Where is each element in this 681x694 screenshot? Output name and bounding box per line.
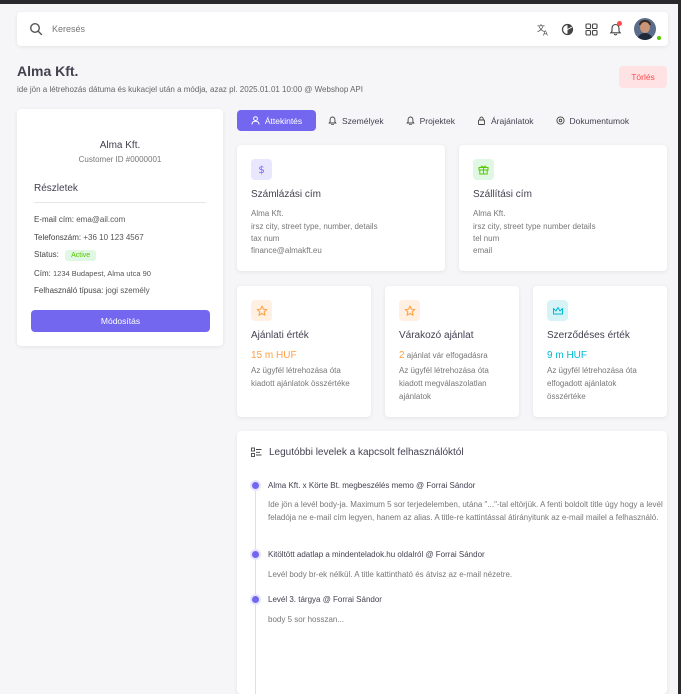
delete-button[interactable]: Törlés: [619, 66, 667, 88]
svg-text:A: A: [543, 29, 548, 36]
window-top-edge: [0, 0, 681, 4]
email-body-preview: body 5 sor hosszan...: [268, 615, 345, 624]
email-body-preview: Levél body br-ek nélkül. A title kattint…: [268, 570, 513, 579]
stat-description: Az ügyfél létrehozása óta kiadott ajánla…: [251, 366, 350, 388]
shipping-title: Szállítási cím: [473, 189, 532, 200]
star-icon: [251, 300, 272, 321]
user-icon: [251, 116, 260, 125]
email-title-link[interactable]: Levél 3. tárgya @ Forrai Sándor: [268, 595, 382, 604]
status-badge: Active: [65, 250, 97, 261]
tab-overview[interactable]: Áttekintés: [237, 110, 316, 131]
timeline-dot: [252, 482, 259, 489]
navbar-actions: 文A: [536, 18, 656, 40]
billing-line: Alma Kft.: [251, 209, 284, 218]
tab-label: Áttekintés: [264, 115, 303, 126]
detail-value: jogi személy: [105, 286, 150, 295]
details-title: Részletek: [34, 183, 78, 194]
edit-button[interactable]: Módosítás: [31, 310, 210, 332]
detail-value: +36 10 123 4567: [83, 233, 144, 242]
tab-quotes[interactable]: Árajánlatok: [467, 110, 544, 131]
lock-icon: [478, 116, 485, 125]
shipping-line: email: [473, 246, 493, 255]
tab-projects[interactable]: Projektek: [396, 110, 465, 131]
billing-line: tax num: [251, 234, 280, 243]
billing-title: Számlázási cím: [251, 189, 322, 200]
grid-icon[interactable]: [584, 22, 598, 36]
billing-line: finance@almakft.eu: [251, 246, 322, 255]
detail-user-type: Felhasználó típusa: jogi személy: [34, 286, 150, 295]
stat-description: Az ügyfél létrehozása óta elfogadott ajá…: [547, 366, 637, 401]
bell-icon: [328, 116, 337, 125]
stat-value: 9 m HUF: [547, 350, 587, 361]
pending-offer-card: Várakozó ajánlat 2 ajánlat vár elfogadás…: [385, 286, 519, 417]
tab-persons[interactable]: Személyek: [318, 110, 394, 131]
customer-name: Alma Kft.: [99, 140, 141, 151]
detail-value: 1234 Budapest, Alma utca 90: [52, 269, 151, 278]
detail-address: Cím: 1234 Budapest, Alma utca 90: [34, 269, 151, 278]
page-title: Alma Kft.: [17, 63, 79, 79]
svg-text:$: $: [258, 165, 264, 175]
emails-title: Legutóbbi levelek a kapcsolt felhasználó…: [269, 447, 464, 458]
contract-value-card: Szerződéses érték 9 m HUF Az ügyfél létr…: [533, 286, 667, 417]
tab-bar: Áttekintés Személyek Projektek Árajánlat…: [237, 110, 639, 131]
bell-icon[interactable]: [608, 21, 622, 36]
detail-status: Status: Active: [34, 250, 97, 261]
detail-email: E-mail cím: ema@ail.com: [34, 215, 125, 224]
customer-id: Customer ID #0000001: [78, 155, 162, 164]
dollar-icon: $: [251, 159, 272, 180]
avatar[interactable]: [634, 18, 656, 40]
details-divider: [34, 202, 206, 203]
search-icon[interactable]: [29, 22, 43, 36]
email-title-link[interactable]: Kitöltött adatlap a mindenteladok.hu old…: [268, 550, 485, 559]
detail-label: Status:: [34, 250, 59, 259]
email-body-preview: Ide jön a levél body-ja. Maximum 5 sor t…: [268, 500, 663, 522]
crown-icon: [547, 300, 568, 321]
timeline-line: [255, 487, 256, 694]
gift-icon: [473, 159, 494, 180]
shipping-line: irsz city, street type number details: [473, 222, 596, 231]
detail-label: E-mail cím:: [34, 215, 74, 224]
stat-title: Szerződéses érték: [547, 330, 630, 341]
tab-documents[interactable]: Dokumentumok: [546, 110, 640, 131]
star-icon: [399, 300, 420, 321]
tab-label: Árajánlatok: [491, 115, 534, 126]
billing-line: irsz city, street type, number, details: [251, 222, 378, 231]
shipping-address-card: Szállítási cím Alma Kft. irsz city, stre…: [459, 145, 667, 271]
stat-title: Várakozó ajánlat: [399, 330, 474, 341]
customer-profile-card: Alma Kft. Customer ID #0000001 Részletek…: [17, 109, 223, 346]
shipping-line: Alma Kft.: [473, 209, 506, 218]
billing-address-card: $ Számlázási cím Alma Kft. irsz city, st…: [237, 145, 445, 271]
detail-label: Telefonszám:: [34, 233, 82, 242]
list-icon: [251, 447, 262, 458]
detail-label: Felhasználó típusa:: [34, 286, 104, 295]
search-input[interactable]: [52, 24, 536, 34]
map-pin-icon: [555, 116, 565, 125]
tab-label: Személyek: [342, 115, 384, 126]
tab-label: Projektek: [419, 115, 456, 126]
top-navbar: 文A: [17, 12, 668, 46]
offer-value-card: Ajánlati érték 15 m HUF Az ügyfél létreh…: [237, 286, 371, 417]
theme-icon[interactable]: [560, 22, 574, 36]
page-subtitle: ide jön a létrehozás dátuma és kukacjel …: [17, 85, 363, 94]
stat-value: 15 m HUF: [251, 350, 297, 361]
recent-emails-card: Legutóbbi levelek a kapcsolt felhasználó…: [237, 431, 667, 694]
translate-icon[interactable]: 文A: [536, 22, 550, 36]
stat-description: Az ügyfél létrehozása óta kiadott megvál…: [399, 366, 489, 401]
bell-icon: [405, 116, 415, 125]
detail-phone: Telefonszám: +36 10 123 4567: [34, 233, 144, 242]
timeline-dot: [252, 596, 259, 603]
stat-value: 2 ajánlat vár elfogadásra: [399, 350, 488, 361]
timeline-dot: [252, 551, 259, 558]
email-title-link[interactable]: Alma Kft. x Körte Bt. megbeszélés memo @…: [268, 481, 475, 490]
notification-dot: [617, 21, 622, 26]
avatar-online-status: [656, 35, 662, 41]
shipping-line: tel num: [473, 234, 500, 243]
tab-label: Dokumentumok: [569, 115, 630, 126]
detail-label: Cím:: [34, 269, 51, 278]
detail-value: ema@ail.com: [76, 215, 126, 224]
stat-title: Ajánlati érték: [251, 330, 309, 341]
